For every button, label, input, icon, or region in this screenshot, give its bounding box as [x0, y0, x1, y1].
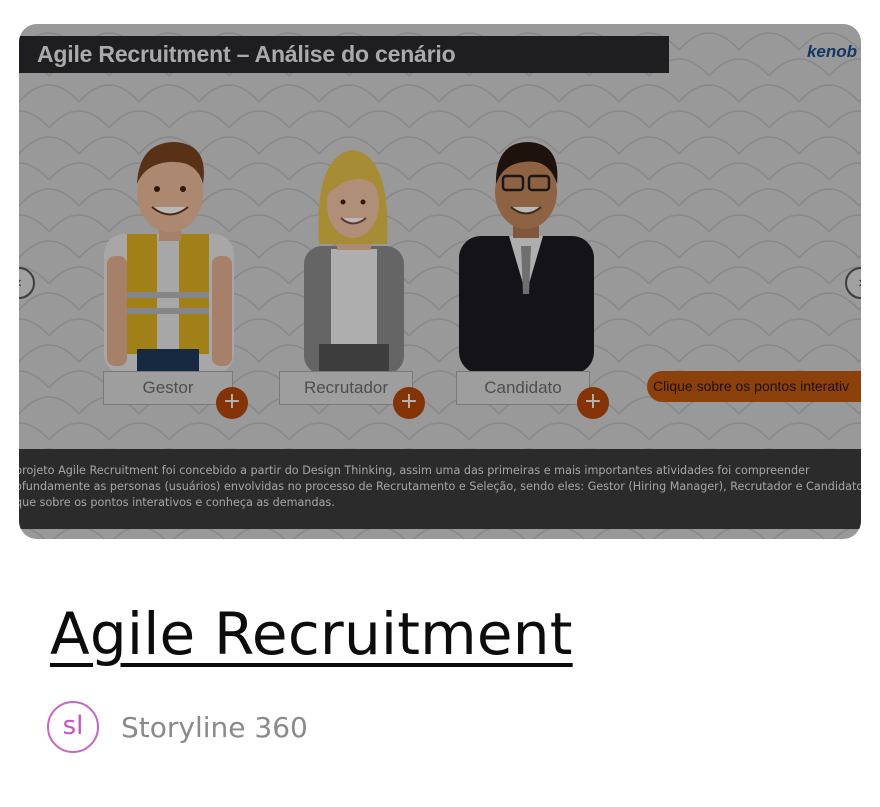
- persona-label-gestor: Gestor: [103, 371, 233, 405]
- interactive-hint-banner: Clique sobre os pontos interativ: [647, 371, 861, 402]
- tool-name: Storyline 360: [121, 710, 308, 744]
- project-thumbnail[interactable]: Agile Recruitment – Análise do cenário k…: [19, 24, 861, 539]
- slide-description-panel: projeto Agile Recruitment foi concebido …: [19, 449, 861, 529]
- candidato-hotspot-plus-icon[interactable]: +: [577, 387, 609, 419]
- brand-logo: kenob: [806, 42, 857, 61]
- tool-info: sl Storyline 360: [47, 701, 308, 753]
- description-line: ofundamente as personas (usuários) envol…: [19, 480, 861, 493]
- slide-title: Agile Recruitment – Análise do cenário: [19, 36, 669, 73]
- description-line: projeto Agile Recruitment foi concebido …: [19, 464, 810, 477]
- description-line: que sobre os pontos interativos e conheç…: [19, 496, 335, 509]
- gestor-hotspot-plus-icon[interactable]: +: [216, 387, 248, 419]
- storyline-badge-icon: sl: [47, 701, 99, 753]
- recrutador-hotspot-plus-icon[interactable]: +: [393, 387, 425, 419]
- persona-label-candidato: Candidato: [456, 371, 590, 405]
- project-title-link[interactable]: Agile Recruitment: [50, 600, 573, 668]
